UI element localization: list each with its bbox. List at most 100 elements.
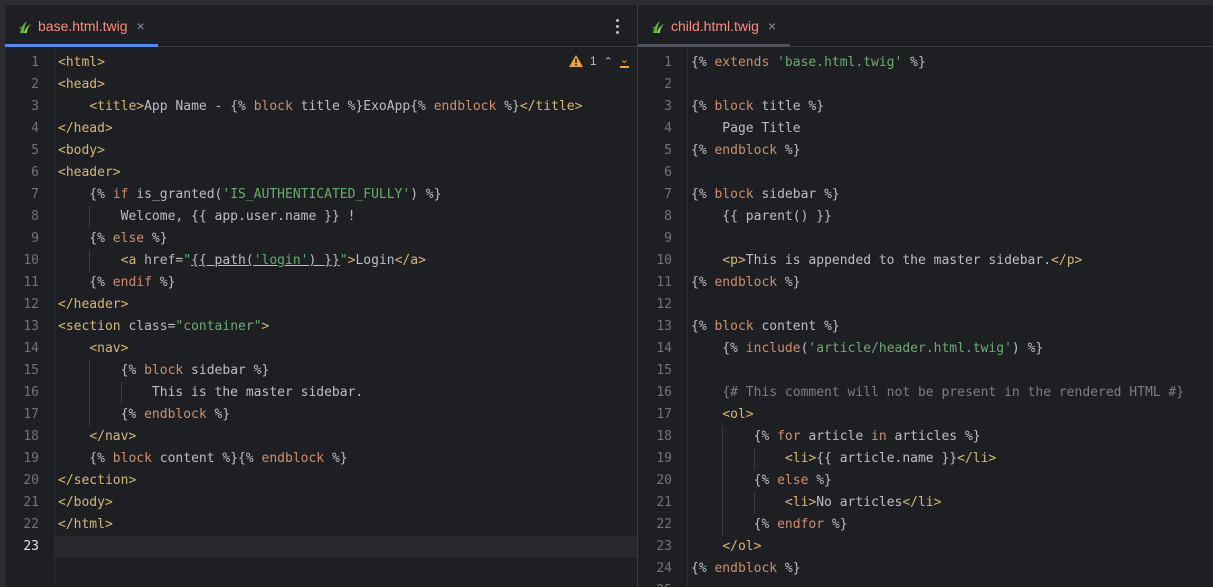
line-number[interactable]: 15	[638, 360, 672, 382]
code-line[interactable]: </html>	[55, 514, 637, 536]
code-line[interactable]	[55, 536, 637, 558]
line-number[interactable]: 17	[638, 404, 672, 426]
line-number[interactable]: 6	[5, 162, 39, 184]
line-number[interactable]: 17	[5, 404, 39, 426]
tab-base-html-twig[interactable]: base.html.twig ×	[5, 5, 145, 47]
code-line[interactable]: </ol>	[688, 536, 1213, 558]
line-number[interactable]: 7	[638, 184, 672, 206]
line-number[interactable]: 1	[5, 52, 39, 74]
line-number[interactable]: 18	[5, 426, 39, 448]
line-number[interactable]: 8	[638, 206, 672, 228]
code-line[interactable]: {% block sidebar %}	[55, 360, 637, 382]
code-line[interactable]: {% block title %}	[688, 96, 1213, 118]
line-number[interactable]: 23	[638, 536, 672, 558]
line-number[interactable]: 14	[5, 338, 39, 360]
line-number[interactable]: 4	[5, 118, 39, 140]
code-line[interactable]: <nav>	[55, 338, 637, 360]
line-number[interactable]: 16	[5, 382, 39, 404]
code-line[interactable]: </body>	[55, 492, 637, 514]
inspection-widget[interactable]: 1 ⌃ ⌄	[568, 52, 629, 70]
code-line[interactable]	[688, 74, 1213, 96]
code-line[interactable]	[688, 294, 1213, 316]
close-icon[interactable]: ×	[136, 18, 144, 34]
code-line[interactable]: {% if is_granted('IS_AUTHENTICATED_FULLY…	[55, 184, 637, 206]
code-line[interactable]: {% else %}	[688, 470, 1213, 492]
line-number[interactable]: 7	[5, 184, 39, 206]
line-number[interactable]: 18	[638, 426, 672, 448]
code-line[interactable]: </section>	[55, 470, 637, 492]
code-line[interactable]: {% endblock %}	[688, 558, 1213, 580]
code-line[interactable]: {% extends 'base.html.twig' %}	[688, 52, 1213, 74]
code-line[interactable]: {% block content %}{% endblock %}	[55, 448, 637, 470]
line-number[interactable]: 5	[5, 140, 39, 162]
code-line[interactable]: <body>	[55, 140, 637, 162]
line-number[interactable]: 3	[5, 96, 39, 118]
code-line[interactable]	[688, 228, 1213, 250]
code-line[interactable]: <title>App Name - {% block title %}ExoAp…	[55, 96, 637, 118]
line-number[interactable]: 2	[5, 74, 39, 96]
code-line[interactable]: <section class="container">	[55, 316, 637, 338]
line-number[interactable]: 20	[638, 470, 672, 492]
code-line[interactable]: Welcome, {{ app.user.name }} !	[55, 206, 637, 228]
line-number[interactable]: 12	[638, 294, 672, 316]
code-line[interactable]: <html>	[55, 52, 637, 74]
code-line[interactable]: {% endblock %}	[688, 272, 1213, 294]
line-number[interactable]: 12	[5, 294, 39, 316]
more-options-icon[interactable]	[609, 16, 625, 36]
code-line[interactable]	[688, 162, 1213, 184]
code-line[interactable]: </head>	[55, 118, 637, 140]
line-number[interactable]: 8	[5, 206, 39, 228]
line-number[interactable]: 19	[5, 448, 39, 470]
editor-pane-child[interactable]: child.html.twig × 1 2 3 4 5 6 7 8 9 10 11 12 13 14 15 1…	[638, 5, 1213, 587]
code-line[interactable]: {% endblock %}	[688, 140, 1213, 162]
code-line[interactable]: {% endblock %}	[55, 404, 637, 426]
code-line[interactable]: This is the master sidebar.	[55, 382, 637, 404]
line-number[interactable]: 19	[638, 448, 672, 470]
line-number[interactable]: 22	[638, 514, 672, 536]
line-number[interactable]: 9	[5, 228, 39, 250]
code-line[interactable]: {{ parent() }}	[688, 206, 1213, 228]
line-number[interactable]: 14	[638, 338, 672, 360]
code-line[interactable]: Page Title	[688, 118, 1213, 140]
line-number[interactable]: 10	[638, 250, 672, 272]
code-line[interactable]: {% else %}	[55, 228, 637, 250]
code-line[interactable]: <p>This is appended to the master sideba…	[688, 250, 1213, 272]
line-number[interactable]: 11	[5, 272, 39, 294]
code-editor-base[interactable]: <html> <head> <title>App Name - {% block …	[55, 48, 637, 587]
code-line[interactable]: <li>{{ article.name }}</li>	[688, 448, 1213, 470]
code-line[interactable]: <a href="{{ path('login') }}">Login</a>	[55, 250, 637, 272]
line-number[interactable]: 10	[5, 250, 39, 272]
line-number[interactable]: 24	[638, 558, 672, 580]
code-line[interactable]: {# This comment will not be present in t…	[688, 382, 1213, 404]
line-number[interactable]: 22	[5, 514, 39, 536]
previous-highlight-icon[interactable]: ⌃	[604, 55, 613, 68]
line-number[interactable]: 21	[5, 492, 39, 514]
line-number[interactable]: 11	[638, 272, 672, 294]
code-line[interactable]: </header>	[55, 294, 637, 316]
code-line[interactable]: </nav>	[55, 426, 637, 448]
code-line[interactable]: {% block sidebar %}	[688, 184, 1213, 206]
line-number[interactable]: 16	[638, 382, 672, 404]
code-line[interactable]: <header>	[55, 162, 637, 184]
line-number[interactable]: 9	[638, 228, 672, 250]
line-number[interactable]: 2	[638, 74, 672, 96]
tab-child-html-twig[interactable]: child.html.twig ×	[638, 5, 776, 47]
next-highlight-icon[interactable]: ⌄	[619, 54, 629, 68]
close-icon[interactable]: ×	[768, 18, 776, 34]
line-number[interactable]: 25	[638, 580, 672, 587]
code-line[interactable]	[688, 580, 1213, 587]
code-editor-child[interactable]: {% extends 'base.html.twig' %} {% block t…	[688, 48, 1213, 587]
line-number[interactable]: 13	[5, 316, 39, 338]
code-line[interactable]: {% endfor %}	[688, 514, 1213, 536]
line-number[interactable]: 6	[638, 162, 672, 184]
code-line[interactable]: {% block content %}	[688, 316, 1213, 338]
code-line[interactable]: <ol>	[688, 404, 1213, 426]
line-number[interactable]: 13	[638, 316, 672, 338]
code-line[interactable]: {% for article in articles %}	[688, 426, 1213, 448]
code-line[interactable]: {% endif %}	[55, 272, 637, 294]
line-number[interactable]: 3	[638, 96, 672, 118]
line-number[interactable]: 5	[638, 140, 672, 162]
code-line[interactable]	[688, 360, 1213, 382]
code-line[interactable]: {% include('article/header.html.twig') %…	[688, 338, 1213, 360]
line-number[interactable]: 1	[638, 52, 672, 74]
